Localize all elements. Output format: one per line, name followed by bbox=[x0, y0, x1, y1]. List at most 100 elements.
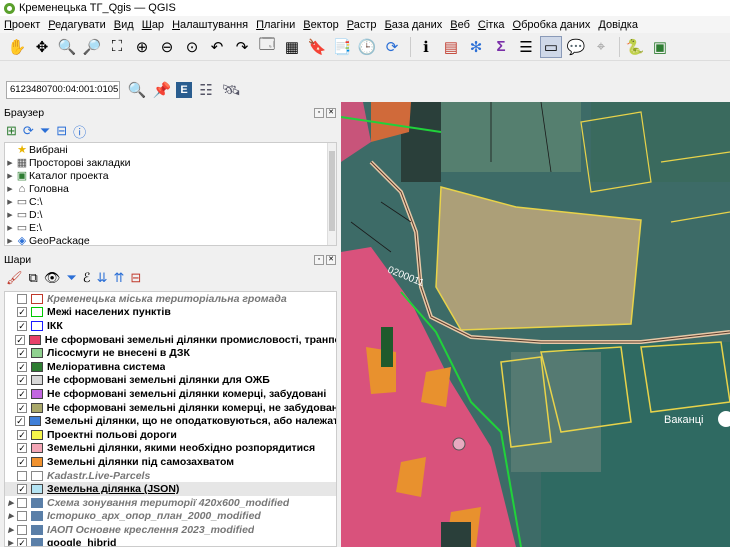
layer-item[interactable]: ✓ ІКК bbox=[5, 319, 336, 333]
expand-all-icon[interactable]: ⇊ bbox=[97, 270, 108, 286]
layer-item[interactable]: ✓ Земельні ділянки, що не оподатковуються… bbox=[5, 414, 336, 428]
browser-scrollbar[interactable] bbox=[327, 143, 336, 245]
style-brush-icon[interactable]: 🖌 bbox=[6, 270, 23, 286]
layer-item[interactable]: ✓ Земельні ділянки, якими необхідно розпо… bbox=[5, 442, 336, 456]
expand-arrow-icon[interactable]: ▶ bbox=[5, 185, 15, 193]
layer-visibility-checkbox[interactable]: ✓ bbox=[17, 538, 27, 546]
pan-to-selection-icon[interactable]: ✥ bbox=[31, 36, 53, 58]
layer-visibility-checkbox[interactable]: ✓ bbox=[17, 484, 27, 495]
identify-icon[interactable]: ℹ bbox=[415, 36, 437, 58]
layer-item[interactable]: ✓ Не сформовані земельні ділянки для ОЖБ bbox=[5, 374, 336, 388]
map-canvas[interactable]: Ваканці 0200011 bbox=[341, 102, 730, 547]
zoom-in-icon[interactable]: 🔍 bbox=[56, 36, 78, 58]
layer-item[interactable]: ✓ Межі населених пунктів bbox=[5, 306, 336, 320]
menu-item[interactable]: Сітка bbox=[478, 19, 505, 31]
layer-visibility-checkbox[interactable]: ✓ bbox=[17, 348, 27, 359]
remove-layer-icon[interactable]: ⊟ bbox=[130, 270, 141, 286]
layer-item[interactable]: ✓ Не сформовані земельні ділянки комерці,… bbox=[5, 401, 336, 415]
float-panel-icon[interactable]: ▫ bbox=[314, 108, 324, 118]
filter-expression-icon[interactable]: ℰ bbox=[83, 270, 91, 286]
zoom-last-icon[interactable]: ↶ bbox=[206, 36, 228, 58]
layer-visibility-checkbox[interactable] bbox=[17, 470, 27, 481]
browser-item[interactable]: ▶ ⌂ Головна bbox=[5, 182, 336, 195]
annotation-icon[interactable]: 💬 bbox=[565, 36, 587, 58]
menu-item[interactable]: Вид bbox=[114, 19, 134, 31]
search-icon[interactable]: 🔍 bbox=[126, 79, 148, 101]
zoom-layer-icon[interactable]: ⊖ bbox=[156, 36, 178, 58]
statistics-sum-icon[interactable]: Σ bbox=[490, 36, 512, 58]
browser-item[interactable]: ▶ ▭ C:\ bbox=[5, 195, 336, 209]
expand-arrow-icon[interactable]: ▶ bbox=[5, 512, 17, 520]
layers-stack-icon[interactable]: ☷ bbox=[195, 79, 217, 101]
menu-item[interactable]: Вектор bbox=[303, 19, 339, 31]
satellite-icon[interactable]: 🛰 bbox=[220, 79, 242, 101]
close-panel-icon[interactable]: ✕ bbox=[326, 108, 336, 118]
python-console-icon[interactable]: 🐍 bbox=[624, 36, 646, 58]
layer-visibility-checkbox[interactable] bbox=[17, 497, 27, 508]
layer-visibility-checkbox[interactable]: ✓ bbox=[16, 402, 27, 413]
info-icon[interactable]: ⓘ bbox=[73, 122, 86, 141]
bookmark-new-icon[interactable]: 🔖 bbox=[306, 36, 328, 58]
float-panel-icon[interactable]: ▫ bbox=[314, 255, 324, 265]
zoom-out-icon[interactable]: 🔎 bbox=[81, 36, 103, 58]
layer-visibility-checkbox[interactable]: ✓ bbox=[15, 416, 25, 427]
settings-gear-icon[interactable]: ✻ bbox=[465, 36, 487, 58]
export-e-icon[interactable]: E bbox=[176, 82, 192, 98]
filter-legend-icon[interactable]: ⏷ bbox=[66, 270, 76, 286]
menu-item[interactable]: Шар bbox=[142, 19, 164, 31]
expand-arrow-icon[interactable]: ▶ bbox=[5, 198, 15, 206]
layer-visibility-checkbox[interactable]: ✓ bbox=[15, 334, 25, 345]
layer-item[interactable]: ✓ Меліоративна система bbox=[5, 360, 336, 374]
browser-item[interactable]: ★ Вибрані bbox=[5, 143, 336, 157]
layer-visibility-checkbox[interactable]: ✓ bbox=[17, 429, 27, 440]
layer-item[interactable]: Кременецька міська територіальна громада bbox=[5, 292, 336, 306]
collapse-all-icon[interactable]: ⇈ bbox=[114, 270, 125, 286]
layer-item[interactable]: ▶ Історико_арх_опор_план_2000_modified bbox=[5, 510, 336, 524]
browser-item[interactable]: ▶ ▦ Просторові закладки bbox=[5, 156, 336, 170]
menu-item[interactable]: Веб bbox=[450, 19, 470, 31]
menu-item[interactable]: Плагіни bbox=[256, 19, 295, 31]
menu-item[interactable]: Редагувати bbox=[48, 19, 106, 31]
layer-item[interactable]: ✓ Проектні польові дороги bbox=[5, 428, 336, 442]
layer-visibility-checkbox[interactable]: ✓ bbox=[17, 307, 27, 318]
layer-item[interactable]: ▶ ІАОП Основне креслення 2023_modified bbox=[5, 523, 336, 537]
field-calculator-icon[interactable]: ☰ bbox=[515, 36, 537, 58]
menu-item[interactable]: Растр bbox=[347, 19, 377, 31]
browser-item[interactable]: ▶ ◈ GeoPackage bbox=[5, 234, 336, 246]
new-3d-view-icon[interactable]: ▦ bbox=[281, 36, 303, 58]
layer-item[interactable]: ✓ Земельна ділянка (JSON) bbox=[5, 482, 336, 496]
cadastral-number-input[interactable]: 6123480700:04:001:0105 bbox=[6, 81, 120, 99]
layer-visibility-checkbox[interactable] bbox=[17, 293, 27, 304]
expand-arrow-icon[interactable]: ▶ bbox=[5, 224, 15, 232]
expand-arrow-icon[interactable]: ▶ bbox=[5, 526, 17, 534]
menu-item[interactable]: Обробка даних bbox=[513, 19, 591, 31]
open-attribute-table-icon[interactable]: ▤ bbox=[440, 36, 462, 58]
expand-arrow-icon[interactable]: ▶ bbox=[5, 237, 15, 245]
refresh-icon[interactable]: ⟳ bbox=[381, 36, 403, 58]
pin-icon[interactable]: 📌 bbox=[151, 79, 173, 101]
pan-hand-icon[interactable]: ✋ bbox=[6, 36, 28, 58]
menu-item[interactable]: Проект bbox=[4, 19, 40, 31]
menu-item[interactable]: Налаштування bbox=[172, 19, 248, 31]
expand-arrow-icon[interactable]: ▶ bbox=[5, 539, 17, 546]
layer-visibility-checkbox[interactable]: ✓ bbox=[17, 361, 27, 372]
expand-arrow-icon[interactable]: ▶ bbox=[5, 159, 15, 167]
menu-item[interactable]: Довідка bbox=[598, 19, 638, 31]
expand-arrow-icon[interactable]: ▶ bbox=[5, 211, 15, 219]
layer-item[interactable]: ✓ Не сформовані земельні ділянки промисло… bbox=[5, 333, 336, 347]
browser-item[interactable]: ▶ ▣ Каталог проекта bbox=[5, 169, 336, 183]
expand-arrow-icon[interactable]: ▶ bbox=[5, 172, 15, 180]
filter-icon[interactable]: ⏷ bbox=[40, 123, 50, 139]
layer-item[interactable]: Kadastr.Live-Parcels bbox=[5, 469, 336, 483]
layer-visibility-checkbox[interactable]: ✓ bbox=[17, 388, 27, 399]
layer-visibility-checkbox[interactable]: ✓ bbox=[17, 375, 27, 386]
refresh-icon[interactable]: ⟳ bbox=[23, 123, 34, 139]
locate-icon[interactable]: ⌖ bbox=[590, 36, 612, 58]
show-bookmarks-icon[interactable]: 📑 bbox=[331, 36, 353, 58]
zoom-selection-icon[interactable]: ⊕ bbox=[131, 36, 153, 58]
zoom-full-icon[interactable]: ⛶ bbox=[106, 36, 128, 58]
layer-visibility-checkbox[interactable]: ✓ bbox=[17, 456, 27, 467]
zoom-next-icon[interactable]: ↷ bbox=[231, 36, 253, 58]
layer-item[interactable]: ✓ Не сформовані земельні ділянки комерці,… bbox=[5, 387, 336, 401]
browser-item[interactable]: ▶ ▭ E:\ bbox=[5, 221, 336, 235]
